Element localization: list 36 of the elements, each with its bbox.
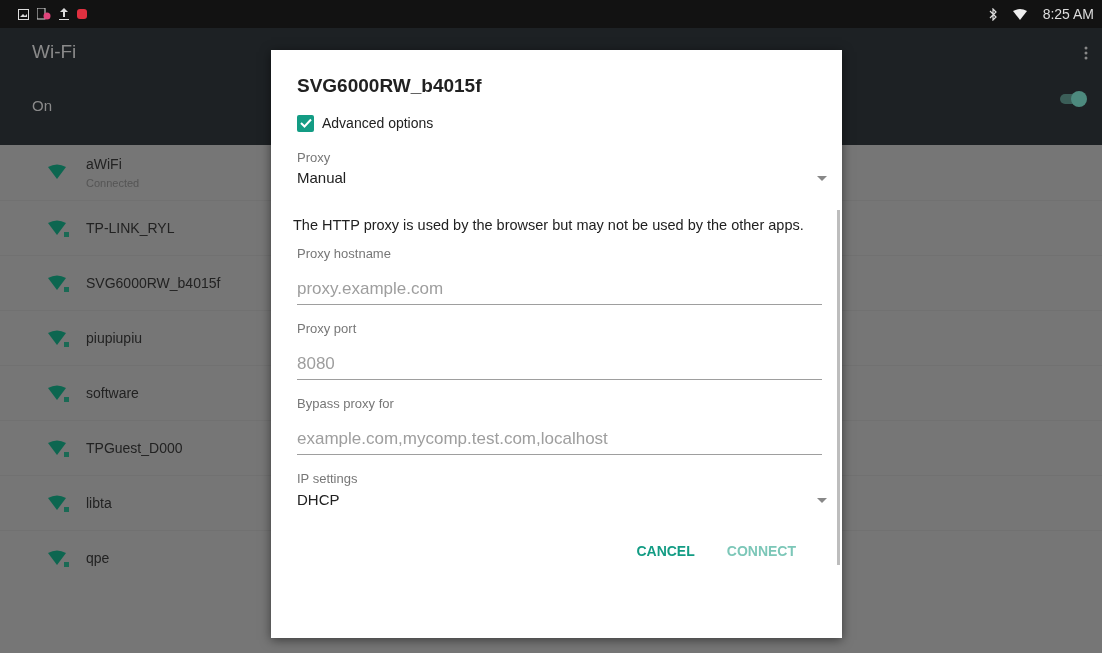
network-name[interactable]: TP-LINK_RYL <box>86 217 175 239</box>
sim-card-icon <box>37 8 51 20</box>
input-field[interactable]: proxy.example.com <box>297 271 822 306</box>
network-name[interactable]: qpe <box>86 547 110 569</box>
field-label: Proxy port <box>297 320 358 339</box>
page-title: Wi-Fi <box>32 40 77 64</box>
status-time: 8:25 AM <box>1042 4 1094 24</box>
proxy-note: The HTTP proxy is used by the browser but may not be used by the other apps. <box>293 215 805 235</box>
wifi-icon <box>1012 8 1027 20</box>
network-name[interactable]: piupiupiu <box>86 327 143 349</box>
picture-icon <box>18 8 29 20</box>
input-field[interactable]: example.com,mycomp.test.com,localhost <box>297 421 822 456</box>
wifi-state-label: On <box>32 95 53 116</box>
network-name[interactable]: TPGuest_D000 <box>86 437 183 459</box>
input-field[interactable]: 8080 <box>297 346 822 381</box>
checkbox-label: Advanced options <box>322 113 434 133</box>
network-name[interactable]: SVG6000RW_b4015f <box>86 272 221 294</box>
dropdown-caret-icon <box>817 175 827 181</box>
wifi-toggle[interactable] <box>1058 91 1088 107</box>
dropdown-caret-icon <box>817 497 827 503</box>
network-name[interactable]: aWiFi <box>86 153 140 175</box>
field-label: Bypass proxy for <box>297 395 395 414</box>
field-label: IP settings <box>297 470 359 489</box>
network-name[interactable]: libta <box>86 492 112 514</box>
dialog-title: SVG6000RW_b4015f <box>297 74 483 98</box>
proxy-dropdown[interactable]: Manual <box>297 167 827 190</box>
dialog-button[interactable]: CANCEL <box>632 535 699 569</box>
checkbox[interactable] <box>297 114 314 132</box>
app-notification-icon <box>77 9 87 19</box>
field-label: Proxy hostname <box>297 245 392 264</box>
bluetooth-icon <box>988 7 997 21</box>
upload-icon <box>59 8 69 20</box>
field-label: Proxy <box>297 148 332 167</box>
ip-settings-dropdown[interactable]: DHCP <box>297 488 827 512</box>
network-name[interactable]: software <box>86 382 139 404</box>
more-options-icon[interactable] <box>1084 46 1088 60</box>
